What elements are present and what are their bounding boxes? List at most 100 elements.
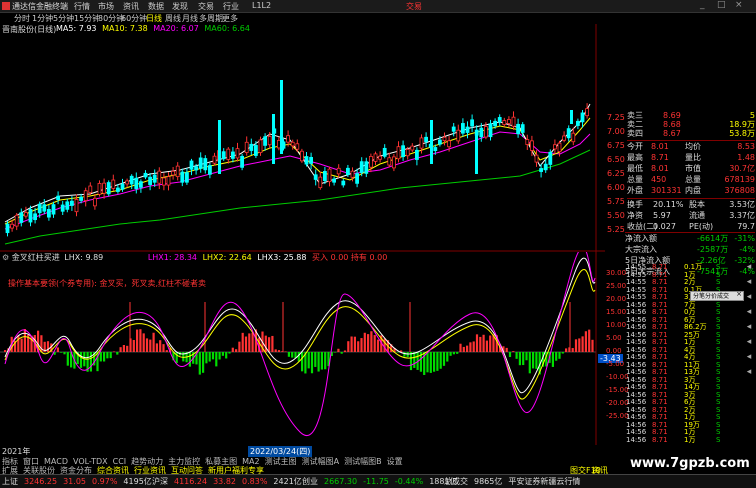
index-quote[interactable]: 沪深 4116.24 33.82 0.83% 2421亿 <box>152 476 308 487</box>
candle <box>437 139 442 145</box>
candle <box>14 214 19 227</box>
indicator-chart[interactable]: ⚙ 金叉红柱买进 LHX: 9.89 LHX1: 28.34 LHX2: 22.… <box>0 252 623 445</box>
candle <box>318 176 323 189</box>
candle <box>341 180 346 186</box>
candle <box>111 179 116 189</box>
maximize-button[interactable]: □ <box>717 0 726 10</box>
candle <box>253 145 258 156</box>
trade-button[interactable]: 交易 <box>406 1 422 12</box>
candle <box>405 148 410 157</box>
histogram-bar <box>373 335 376 352</box>
histogram-bar <box>591 339 594 352</box>
menu-l1l2[interactable]: L1L2 <box>252 1 271 10</box>
app-logo-icon <box>2 2 10 10</box>
candle <box>175 165 180 178</box>
candle <box>327 168 332 183</box>
histogram-bar <box>512 351 515 352</box>
candle <box>272 114 275 164</box>
histogram-bar <box>162 344 165 352</box>
tick-popup[interactable]: 分笔分价成交 × <box>690 290 744 301</box>
histogram-bar <box>479 336 482 352</box>
menu-quotes[interactable]: 行情 <box>74 1 90 12</box>
candle <box>70 200 74 206</box>
histogram-bar <box>241 332 244 352</box>
menu-trade[interactable]: 交易 <box>198 1 214 12</box>
histogram-bar <box>446 352 449 362</box>
histogram-bar <box>522 352 525 366</box>
close-button[interactable]: × <box>735 0 743 10</box>
menu-industry[interactable]: 行业 <box>223 1 239 12</box>
indicator-tab[interactable]: 测试主图 <box>265 457 297 466</box>
candle <box>534 154 539 163</box>
minimize-button[interactable]: _ <box>700 0 705 10</box>
candle <box>391 156 396 169</box>
indicator-tick: 20.00 <box>606 295 627 303</box>
period-tab[interactable]: 5分钟 <box>53 13 74 24</box>
sidebar-icons[interactable]: ◂ ◂ ◂ ◂ ◂ ◂ ◂ ◂ <box>742 260 756 380</box>
histogram-bar <box>225 352 228 359</box>
period-tab-active[interactable]: 日线 <box>146 13 162 24</box>
indicator-tab[interactable]: 测试幅图B <box>344 457 382 466</box>
kline-chart[interactable]: 晋南股份(日线) MA5: 7.93 MA10: 7.38 MA20: 6.07… <box>0 24 605 252</box>
histogram-bar <box>535 352 538 369</box>
period-tab[interactable]: 1分钟 <box>32 13 53 24</box>
candle <box>83 190 88 201</box>
menu-data[interactable]: 数据 <box>148 1 164 12</box>
candle <box>235 148 240 159</box>
menu-discover[interactable]: 发现 <box>172 1 188 12</box>
histogram-bar <box>436 352 439 371</box>
histogram-bar <box>532 352 535 369</box>
histogram-bar <box>145 338 149 352</box>
histogram-bar <box>155 343 158 352</box>
candle <box>460 123 465 134</box>
indicator-tab[interactable]: 设置 <box>387 457 403 466</box>
histogram-bar <box>99 352 102 362</box>
menu-news[interactable]: 资讯 <box>123 1 139 12</box>
candle <box>488 123 493 138</box>
candle <box>479 127 484 138</box>
stat-row: 最高 8.71 量比 1.48 <box>627 153 755 162</box>
histogram-bar <box>202 352 205 373</box>
lhx2-line <box>4 269 596 400</box>
histogram-bar <box>221 352 224 356</box>
menu-market[interactable]: 市场 <box>98 1 114 12</box>
index-quote[interactable]: 上证 3246.25 31.05 0.97% 4195亿 <box>2 476 158 487</box>
histogram-bar <box>485 340 488 352</box>
histogram-bar <box>489 335 492 352</box>
histogram-bar <box>475 334 479 352</box>
period-tab[interactable]: 月线 <box>182 13 198 24</box>
histogram-bar <box>370 331 373 352</box>
histogram-bar <box>17 335 20 352</box>
histogram-bar <box>159 340 162 352</box>
quote-stats: 今开 8.01 均价 8.53 最高 8.71 量比 1.48 最低 8.01 市值 30.7亿 总量 4… <box>627 141 755 196</box>
period-tab[interactable]: 分时 <box>14 13 30 24</box>
candle <box>286 135 291 143</box>
indicator-tick: 5.00 <box>606 334 622 342</box>
indicator-tick: -25.00 <box>606 412 629 420</box>
period-tab[interactable]: 多周期 <box>199 13 223 24</box>
indicator-tab[interactable]: 测试幅图A <box>302 457 339 466</box>
period-tab[interactable]: 15分钟 <box>74 13 100 24</box>
stat-row: 收益(二) 0.027 PE(动) 79.7 <box>627 222 755 231</box>
candle <box>10 223 15 229</box>
histogram-bar <box>462 346 465 352</box>
histogram-bar <box>310 352 314 374</box>
candle <box>456 129 461 142</box>
candle <box>364 161 369 174</box>
histogram-bar <box>367 334 370 352</box>
flow-row: 净流入额 -6614万 -31% <box>625 234 755 243</box>
histogram-bar <box>139 329 142 352</box>
candle <box>51 204 56 215</box>
index-quote[interactable]: 创业 2667.30 -11.75 -0.44% 1881亿 <box>302 476 464 487</box>
period-tab[interactable]: 60分钟 <box>121 13 147 24</box>
histogram-bar <box>588 329 591 352</box>
histogram-bar <box>406 352 409 358</box>
candle <box>502 120 507 126</box>
histogram-bar <box>413 352 416 368</box>
indicator-tick: -15.00 <box>606 386 629 394</box>
candle <box>553 144 557 150</box>
histogram-bar <box>565 348 568 352</box>
period-tab[interactable]: 周线 <box>165 13 181 24</box>
period-more[interactable]: 更多 <box>222 13 238 24</box>
quote-stats-2: 换手 20.11% 股本 3.53亿 净资 5.97 流通 3.37亿 收益(二) 0.027 PE… <box>627 198 755 232</box>
